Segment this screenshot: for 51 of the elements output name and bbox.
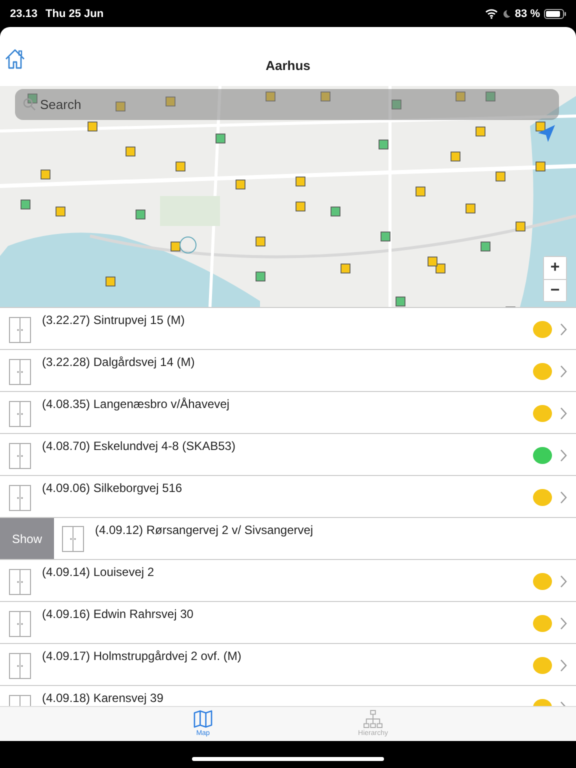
list-row[interactable]: (3.22.27) Sintrupvej 15 (M) [0,308,576,350]
door-icon [9,317,31,343]
chevron-icon [560,449,567,462]
chevron-icon [560,365,567,378]
row-label: (4.09.06) Silkeborgvej 516 [42,481,182,495]
list-row[interactable]: (4.09.17) Holmstrupgårdvej 2 ovf. (M) [0,644,576,686]
map-icon [193,710,213,728]
chevron-icon [560,617,567,630]
row-label: (4.08.35) Langenæsbro v/Åhavevej [42,397,230,411]
status-time: 23.13 [10,8,38,20]
search-field[interactable]: Search [15,89,559,120]
row-label: (4.09.18) Karensvej 39 [42,691,164,705]
door-icon [9,611,31,637]
status-date: Thu 25 Jun [46,8,104,20]
moon-icon [502,8,511,18]
row-label: (4.09.16) Edwin Rahrsvej 30 [42,607,194,621]
row-label: (3.22.27) Sintrupvej 15 (M) [42,313,185,327]
door-icon [9,569,31,595]
wifi-icon [484,8,498,19]
door-icon [9,653,31,679]
list-row[interactable]: (4.08.35) Langenæsbro v/Åhavevej [0,392,576,434]
row-label: (4.09.17) Holmstrupgårdvej 2 ovf. (M) [42,649,242,663]
battery-percent: 83 % [514,8,540,20]
battery-icon [544,8,566,18]
door-icon [9,359,31,385]
list-row[interactable]: Show (4.09.12) Rørsangervej 2 v/ Sivsangervej [0,518,576,560]
list-row[interactable]: (4.09.14) Louisevej 2 [0,560,576,602]
chevron-icon [560,659,567,672]
row-label: (3.22.28) Dalgårdsvej 14 (M) [42,355,195,369]
chevron-icon [560,407,567,420]
home-indicator[interactable] [192,756,384,760]
list-row[interactable]: (4.08.70) Eskelundvej 4-8 (SKAB53) [0,434,576,476]
search-icon [23,98,36,111]
list-row[interactable]: (4.09.16) Edwin Rahrsvej 30 [0,602,576,644]
door-icon [9,485,31,511]
row-label: (4.09.12) Rørsangervej 2 v/ Sivsangervej [95,523,314,537]
door-icon [9,443,31,469]
location-arrow-icon[interactable] [537,124,556,143]
door-icon [9,401,31,427]
door-icon [62,526,84,552]
list-row[interactable]: (3.22.28) Dalgårdsvej 14 (M) [0,350,576,392]
chevron-icon [560,323,567,336]
hierarchy-icon [363,710,383,728]
chevron-icon [560,491,567,504]
home-icon [4,48,26,70]
list-row[interactable]: (4.09.06) Silkeborgvej 516 [0,476,576,518]
screen-title: Aarhus [266,58,310,73]
row-label: (4.08.70) Eskelundvej 4-8 (SKAB53) [42,439,236,453]
chevron-icon [560,575,567,588]
zoom-out-button[interactable]: − [544,279,566,301]
row-label: (4.09.14) Louisevej 2 [42,565,154,579]
